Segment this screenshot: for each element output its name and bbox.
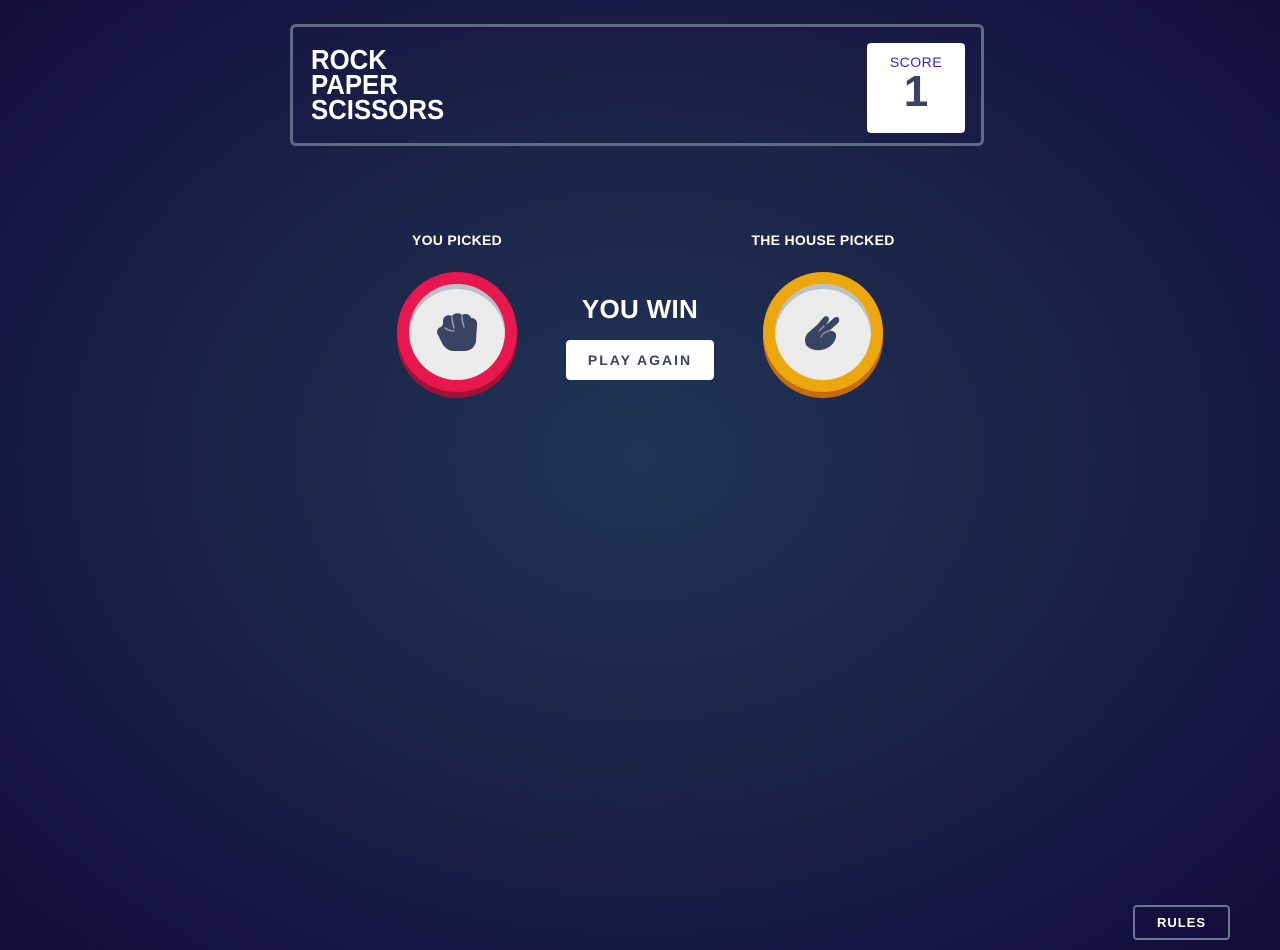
- rules-button[interactable]: RULES: [1133, 905, 1230, 940]
- scissors-token-face: [775, 284, 871, 380]
- player-choice-rock-token: [397, 272, 517, 398]
- header: ROCK PAPER SCISSORS SCORE 1: [290, 24, 984, 146]
- score-box: SCORE 1: [867, 43, 965, 133]
- rock-token-face: [409, 284, 505, 380]
- rock-fist-icon: [437, 313, 478, 351]
- house-picked-label: THE HOUSE PICKED: [751, 232, 895, 248]
- score-value: 1: [903, 67, 929, 116]
- game-title: ROCK PAPER SCISSORS: [311, 46, 445, 125]
- play-again-button[interactable]: PLAY AGAIN: [566, 340, 714, 380]
- scissors-hand-icon: [805, 316, 840, 351]
- house-choice-scissors-token: [763, 272, 883, 398]
- title-line-scissors: SCISSORS: [311, 94, 445, 125]
- player-picked-label: YOU PICKED: [411, 232, 503, 248]
- result-text: YOU WIN: [581, 294, 699, 324]
